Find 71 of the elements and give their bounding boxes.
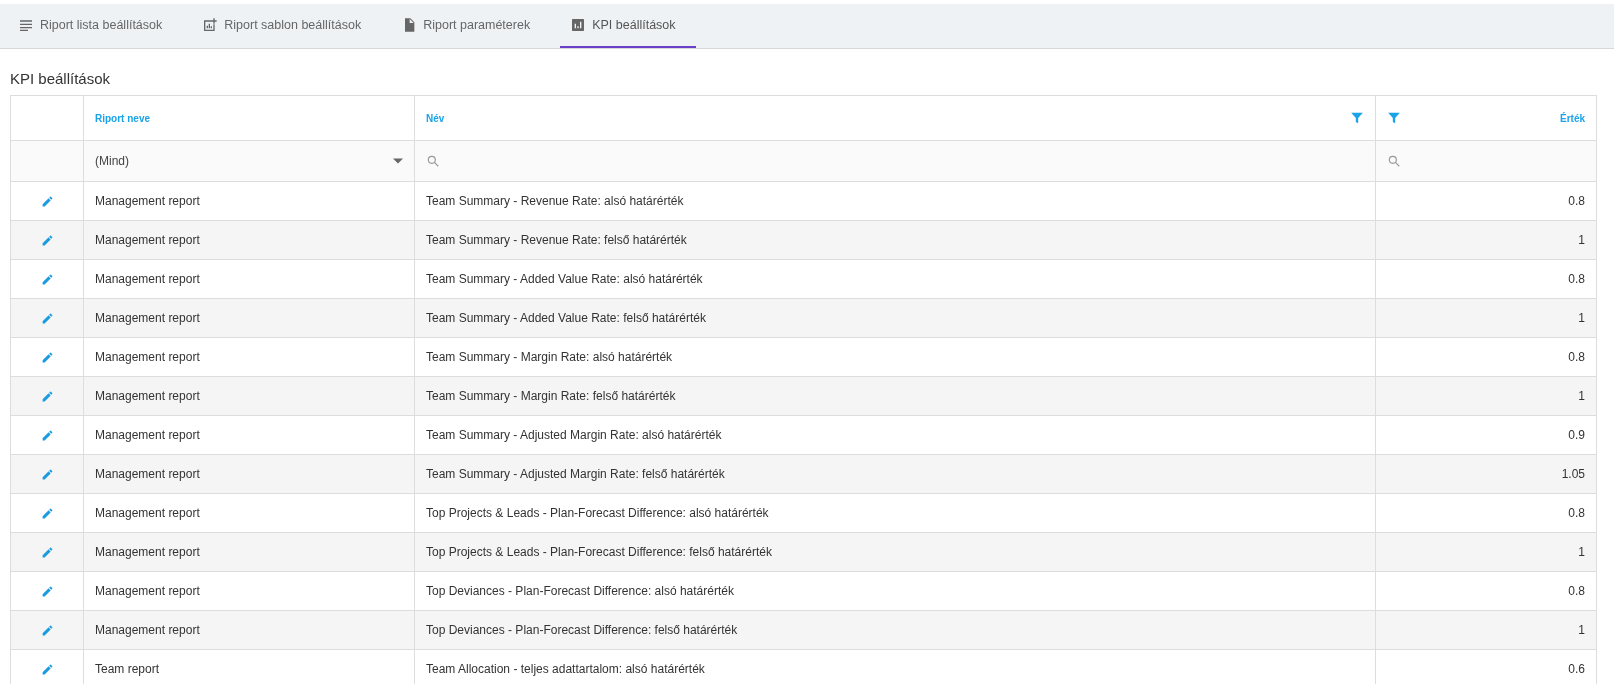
report-filter-select[interactable]: (Mind) <box>84 141 415 182</box>
table-cell: 0.8 <box>1568 506 1585 520</box>
filter-icon[interactable] <box>1350 111 1364 125</box>
table-cell: 0.8 <box>1568 584 1585 598</box>
table-cell: Management report <box>95 545 200 559</box>
table-cell: Management report <box>95 272 200 286</box>
pencil-icon[interactable] <box>40 467 54 481</box>
section-title: KPI beállítások <box>9 69 112 89</box>
pencil-icon[interactable] <box>40 545 54 559</box>
table-cell: Management report <box>95 350 200 364</box>
table-cell: Team Summary - Adjusted Margin Rate: alsó határérték <box>426 428 722 442</box>
table-cell: Team Summary - Revenue Rate: felső határérték <box>426 233 687 247</box>
table-cell: Team Allocation - teljes adattartalom: alsó határérték <box>426 662 705 676</box>
table-cell: Management report <box>95 233 200 247</box>
search-field[interactable] <box>1376 141 1596 182</box>
table-cell: 0.8 <box>1568 194 1585 208</box>
table-cell: 1.05 <box>1561 467 1585 481</box>
pencil-icon[interactable] <box>40 389 54 403</box>
column-header[interactable]: Név <box>426 112 445 124</box>
pencil-icon[interactable] <box>40 428 54 442</box>
table-cell: Top Deviances - Plan-Forecast Difference: alsó határérték <box>426 584 734 598</box>
table-cell: Team Summary - Revenue Rate: alsó határérték <box>426 194 684 208</box>
pencil-icon[interactable] <box>40 272 54 286</box>
table-cell: 1 <box>1578 311 1585 325</box>
table-cell: Top Projects & Leads - Plan-Forecast Difference: alsó határérték <box>426 506 769 520</box>
pencil-icon[interactable] <box>40 623 54 637</box>
table-cell: Team Summary - Added Value Rate: alsó határérték <box>426 272 703 286</box>
search-icon <box>1387 154 1401 168</box>
pencil-icon[interactable] <box>40 194 54 208</box>
table-cell: Management report <box>95 428 200 442</box>
table-cell: 1 <box>1578 623 1585 637</box>
column-header[interactable]: Riport neve <box>95 112 150 124</box>
tab[interactable]: KPI beállítások <box>560 4 696 48</box>
table-cell: Management report <box>95 584 200 598</box>
pencil-icon[interactable] <box>40 662 54 676</box>
pencil-icon[interactable] <box>40 350 54 364</box>
pencil-icon[interactable] <box>40 584 54 598</box>
table-cell: 0.8 <box>1568 350 1585 364</box>
tab[interactable]: Riport sablon beállítások <box>192 4 382 48</box>
table-cell: 0.8 <box>1568 272 1585 286</box>
table-cell: Team Summary - Added Value Rate: felső határérték <box>426 311 706 325</box>
table-cell: 1 <box>1578 545 1585 559</box>
table-cell: Management report <box>95 467 200 481</box>
pencil-icon[interactable] <box>40 233 54 247</box>
search-icon <box>426 154 440 168</box>
table-cell: Management report <box>95 194 200 208</box>
chart-plus-icon <box>202 17 219 33</box>
pencil-icon[interactable] <box>40 311 54 325</box>
table-cell: Team Summary - Margin Rate: felső határérték <box>426 389 676 403</box>
search-field[interactable] <box>415 141 1376 182</box>
table-cell: Management report <box>95 389 200 403</box>
table-cell: Team report <box>95 662 160 676</box>
table-cell: Management report <box>95 623 200 637</box>
pencil-icon[interactable] <box>40 506 54 520</box>
column-header[interactable]: Érték <box>1560 112 1585 124</box>
filter-icon[interactable] <box>1387 111 1401 125</box>
tab[interactable]: Riport paraméterek <box>391 4 551 48</box>
table-cell: Top Deviances - Plan-Forecast Difference: felső határérték <box>426 623 738 637</box>
table-cell: Team Summary - Adjusted Margin Rate: felső határérték <box>426 467 725 481</box>
table-cell: Team Summary - Margin Rate: alsó határérték <box>426 350 673 364</box>
table-cell: Management report <box>95 506 200 520</box>
list-icon <box>18 17 34 33</box>
table-cell: 1 <box>1578 389 1585 403</box>
caret-icon <box>393 158 403 164</box>
table-cell: Top Projects & Leads - Plan-Forecast Difference: felső határérték <box>426 545 772 559</box>
table-cell: 0.6 <box>1568 662 1585 676</box>
table-cell: 1 <box>1578 233 1585 247</box>
chart-icon <box>570 17 587 33</box>
tab[interactable]: Riport lista beállítások <box>8 4 183 48</box>
table-cell: 0.9 <box>1568 428 1585 442</box>
table-cell: Management report <box>95 311 200 325</box>
